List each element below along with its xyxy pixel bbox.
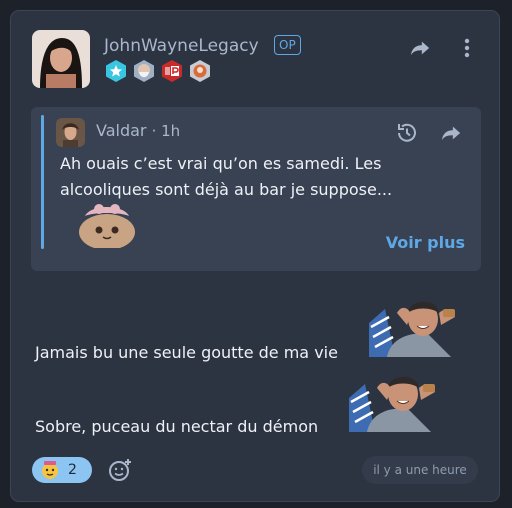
- history-icon[interactable]: [394, 120, 420, 146]
- quote-time: · 1h: [151, 122, 181, 140]
- mascot-badge-icon[interactable]: [188, 59, 212, 83]
- reaction-count: 2: [68, 462, 77, 478]
- reaction-button[interactable]: 2: [32, 457, 92, 483]
- more-options-icon[interactable]: [457, 35, 477, 61]
- quoted-post[interactable]: Valdar · 1h Ah ouais c’est vrai qu’on es…: [31, 107, 481, 271]
- share-icon[interactable]: [407, 35, 433, 61]
- post-body-line-1: Jamais bu une seule goutte de ma vie: [35, 343, 338, 362]
- post-body-line-2: Sobre, puceau du nectar du démon: [35, 417, 319, 436]
- author-name[interactable]: JohnWayneLegacy: [104, 36, 259, 56]
- quoted-sticker-thumbnail[interactable]: [73, 202, 137, 248]
- badge-list: [104, 59, 212, 83]
- quote-author-name: Valdar · 1h: [96, 121, 180, 140]
- laughing-man-sticker-2[interactable]: [347, 370, 437, 432]
- quote-text: Ah ouais c’est vrai qu’on es samedi. Les…: [60, 154, 393, 199]
- quote-author[interactable]: Valdar: [96, 121, 147, 140]
- quote-author-avatar[interactable]: [56, 118, 85, 147]
- author-avatar[interactable]: [32, 30, 90, 88]
- laughing-man-sticker[interactable]: [367, 295, 457, 357]
- op-badge: OP: [274, 35, 301, 55]
- quote-share-icon[interactable]: [438, 120, 464, 146]
- see-more-link[interactable]: Voir plus: [386, 233, 465, 252]
- red-p-badge-icon[interactable]: [160, 59, 184, 83]
- post-card: JohnWayneLegacy OP Valdar · 1h Ah ouais …: [10, 10, 500, 502]
- star-badge-icon[interactable]: [104, 59, 128, 83]
- post-timestamp: il y a une heure: [362, 456, 478, 484]
- bearded-man-badge-icon[interactable]: [132, 59, 156, 83]
- quote-bar: [41, 115, 44, 249]
- add-reaction-icon[interactable]: [107, 457, 133, 483]
- reaction-emoji-icon: [42, 461, 58, 479]
